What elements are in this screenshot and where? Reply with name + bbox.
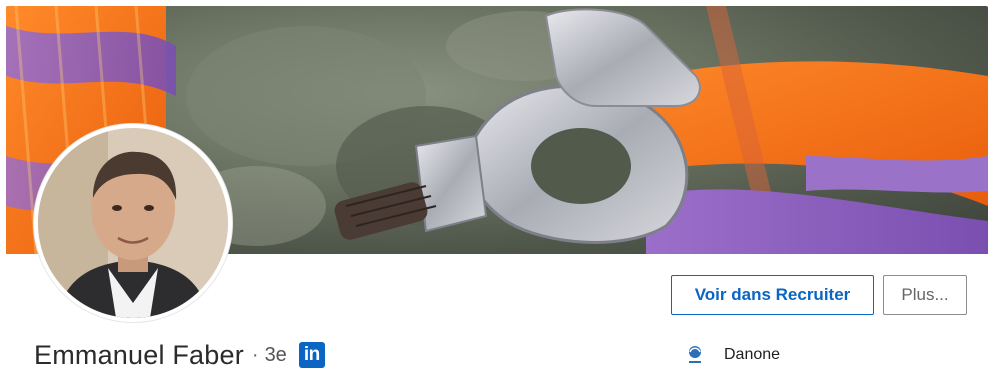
profile-photo (38, 128, 228, 318)
avatar[interactable] (34, 124, 232, 322)
profile-name: Emmanuel Faber (34, 339, 244, 370)
connection-degree: 3e (264, 343, 287, 366)
danone-logo (689, 346, 701, 363)
more-label: Plus... (901, 285, 949, 304)
view-in-recruiter-label: Voir dans Recruiter (694, 285, 851, 304)
view-in-recruiter-button[interactable]: Voir dans Recruiter (671, 275, 874, 315)
profile-card: Voir dans Recruiter Plus... Emmanuel Fab… (0, 0, 994, 376)
linkedin-icon[interactable]: in (298, 342, 325, 368)
company-name: Danone (724, 346, 781, 363)
profile-name-row: Emmanuel Faber · 3e in (34, 337, 325, 373)
more-button[interactable]: Plus... (883, 275, 967, 315)
name-separator: · (251, 343, 259, 366)
current-company[interactable]: Danone (686, 342, 780, 368)
